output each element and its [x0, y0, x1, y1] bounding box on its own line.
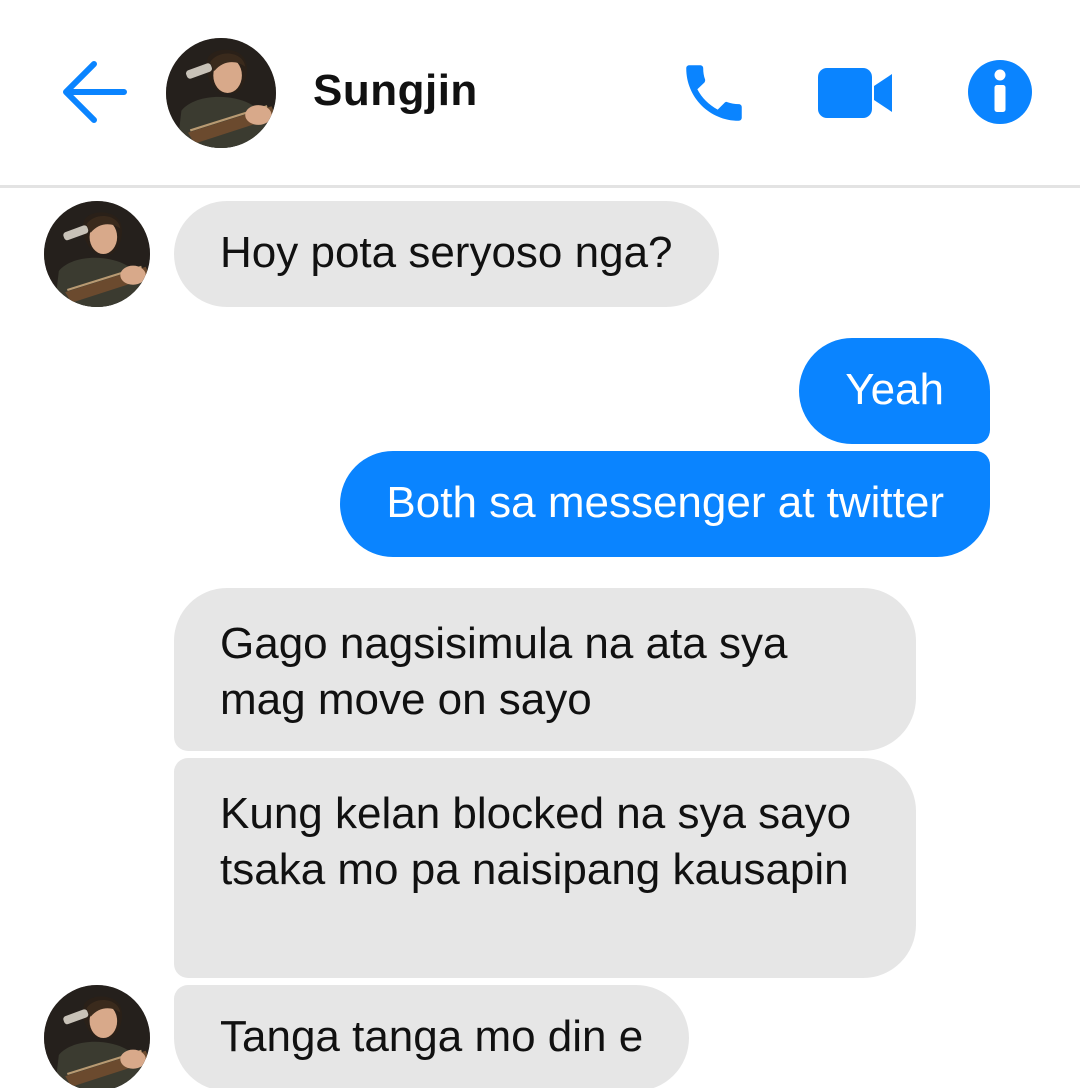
voice-call-button[interactable] [676, 56, 752, 130]
info-icon [968, 60, 1032, 124]
conversation-info-button[interactable] [966, 58, 1034, 126]
video-call-button[interactable] [814, 64, 898, 122]
contact-name[interactable]: Sungjin [313, 66, 478, 116]
conversation-header: Sungjin [0, 0, 1080, 188]
message-bubble-incoming[interactable]: Hoy pota seryoso nga? [174, 201, 719, 307]
message-bubble-outgoing[interactable]: Both sa messenger at twitter [340, 451, 990, 557]
message-bubble-incoming[interactable]: Gago nagsisimula na ata sya mag move on … [174, 588, 916, 751]
message-bubble-incoming[interactable]: Kung kelan blocked na sya sayo tsaka mo … [174, 758, 916, 978]
message-bubble-incoming[interactable]: Tanga tanga mo din e [174, 985, 690, 1088]
sender-avatar[interactable] [44, 985, 150, 1088]
back-arrow-icon [63, 61, 127, 123]
video-camera-icon [818, 68, 892, 118]
contact-avatar[interactable] [166, 38, 276, 148]
message-bubble-outgoing[interactable]: Yeah [799, 338, 990, 444]
sender-avatar[interactable] [44, 201, 150, 307]
back-button[interactable] [58, 58, 130, 126]
phone-icon [686, 65, 742, 121]
